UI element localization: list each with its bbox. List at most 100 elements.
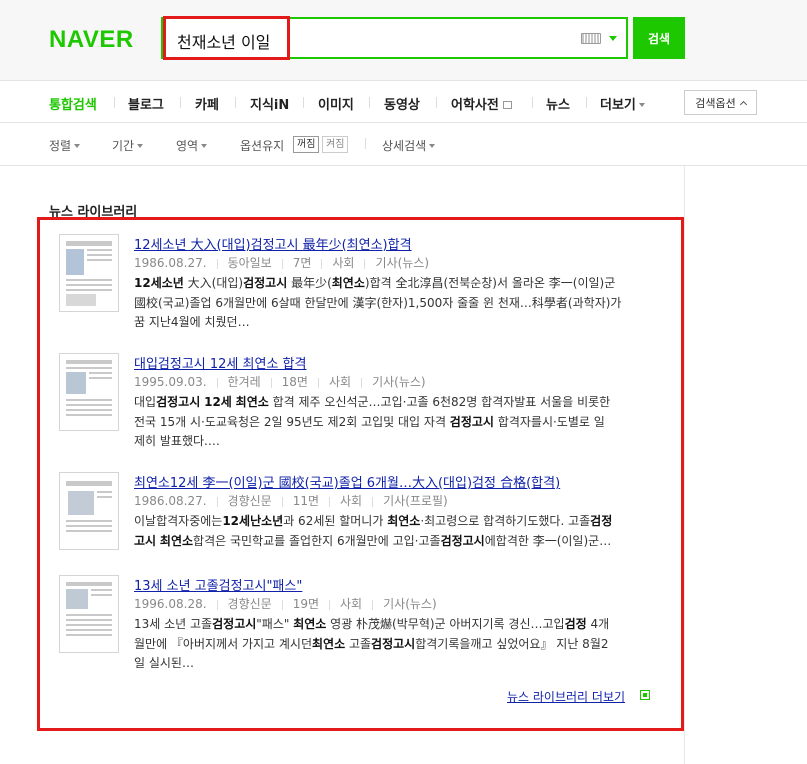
result-description: 대입검정고시 12세 최연소 합격 제주 오신석군…고입·고졸 6천82명 합격…: [134, 393, 654, 452]
result-description-line: 일 실시된…: [134, 656, 194, 670]
result-description-line: 전국 15개 시·도교육청은 2일 95년도 제2회 고입및 대입 자격 검정고…: [134, 414, 605, 429]
column-divider: [684, 166, 685, 764]
result-type: 기사(뉴스): [372, 375, 426, 389]
result-paper: 한겨레: [227, 375, 261, 389]
area-filter-label: 영역: [176, 139, 199, 153]
keep-options-off-toggle[interactable]: 꺼짐: [293, 136, 320, 153]
filter-divider: [365, 138, 366, 149]
keyboard-icon[interactable]: [581, 33, 601, 44]
keep-options-on-toggle[interactable]: 켜짐: [322, 136, 349, 153]
result-date: 1995.09.03.: [134, 375, 207, 389]
result-date: 1986.08.27.: [134, 256, 207, 270]
tab-divider: [436, 97, 437, 108]
tab-divider: [532, 97, 533, 108]
result-date: 1986.08.27.: [134, 494, 207, 508]
result-description-line: 대입검정고시 12세 최연소 합격 제주 오신석군…고입·고졸 6천82명 합격…: [134, 395, 611, 409]
caret-down-icon: [137, 143, 144, 148]
chevron-down-icon[interactable]: [609, 36, 617, 41]
result-page: 19면: [292, 597, 320, 611]
result-page: 7면: [292, 256, 312, 270]
result-description-line: 13세 소년 고졸검정고시"패스" 최연소 영광 朴茂爀(박무혁)군 아버지기록…: [134, 617, 610, 631]
tab-blog[interactable]: 블로그: [128, 94, 164, 113]
chevron-up-icon: [739, 100, 747, 109]
result-paper: 동아일보: [227, 256, 272, 270]
tab-divider: [180, 97, 181, 108]
result-description: 12세소년 大入(대입)검정고시 最年少(최연소)합격 全北淳昌(전북순창)서 …: [134, 274, 654, 333]
result-description-line: 제히 발표했다.…: [134, 434, 220, 448]
result-description-line: 國校(국교)졸업 6개월만에 6살때 한달만에 漢字(한자)1,500자 줄줄 …: [134, 295, 622, 310]
tab-divider: [235, 97, 236, 108]
tab-integrated[interactable]: 통합검색: [49, 94, 97, 113]
search-button[interactable]: 검색: [633, 17, 685, 59]
caret-down-icon: [429, 143, 436, 148]
newspaper-thumbnail[interactable]: [59, 353, 119, 431]
result-type: 기사(뉴스): [375, 256, 430, 270]
result-meta: 1996.08.28. 경향신문 19면 사회 기사(뉴스): [134, 595, 437, 612]
tab-dictionary[interactable]: 어학사전: [451, 94, 512, 113]
news-result: 대입검정고시 12세 최연소 합격 1995.09.03. 한겨레 18면 사회 기사(…: [59, 353, 659, 453]
result-title-link[interactable]: 13세 소년 고졸검정고시"패스": [134, 575, 302, 594]
filter-bar: 정렬 기간 영역 옵션유지 꺼짐 켜짐 상세검색: [0, 123, 807, 166]
tab-video[interactable]: 동영상: [384, 94, 420, 113]
tab-more-label: 더보기: [600, 98, 636, 113]
result-meta: 1995.09.03. 한겨레 18면 사회 기사(뉴스): [134, 373, 426, 390]
news-result: 최연소12세 李一(이일)군 國校(국교)졸업 6개월…大入(대입)검정 合格(…: [59, 472, 659, 562]
newspaper-thumbnail[interactable]: [59, 472, 119, 550]
newspaper-thumbnail[interactable]: [59, 234, 119, 312]
search-tabs: 통합검색 블로그 카페 지식iN 이미지 동영상 어학사전 뉴스 더보기 검색옵…: [0, 82, 807, 123]
sort-filter[interactable]: 정렬: [49, 137, 81, 154]
search-options-label: 검색옵션: [695, 96, 736, 110]
tab-divider: [114, 97, 115, 108]
keep-options-label: 옵션유지: [240, 139, 285, 153]
result-type: 기사(뉴스): [383, 597, 437, 611]
naver-logo[interactable]: NAVER: [49, 26, 134, 54]
newspaper-thumbnail[interactable]: [59, 575, 119, 653]
detailed-search-label: 상세검색: [382, 139, 427, 153]
caret-down-icon: [74, 143, 81, 148]
result-description-line: 꿈 지난4월에 치뤘던…: [134, 315, 250, 329]
caret-down-icon: [201, 143, 208, 148]
result-section: 사회: [332, 256, 355, 270]
news-result: 12세소년 大入(대입)검정고시 最年少(최연소)합격 1986.08.27. 동…: [59, 234, 659, 334]
tab-divider: [586, 97, 587, 108]
external-link-icon: [502, 100, 512, 109]
tab-dictionary-label: 어학사전: [451, 98, 499, 113]
period-filter[interactable]: 기간: [112, 137, 144, 154]
tab-divider: [369, 97, 370, 108]
search-box[interactable]: 천재소년 이일: [161, 16, 628, 60]
result-paper: 경향신문: [227, 494, 272, 508]
result-description-line: 고시 최연소합격은 국민학교를 졸업한지 6개월만에 고입·고졸검정고시에합격한…: [134, 533, 612, 548]
result-description-line: 월만에 『아버지께서 가지고 계시던최연소 고졸검정고시합격기록을깨고 싶었어요…: [134, 636, 609, 651]
result-description-line: 12세소년 大入(대입)검정고시 最年少(최연소)합격 全北淳昌(전북순창)서 …: [134, 276, 616, 290]
result-type: 기사(프로필): [383, 494, 448, 508]
tab-more[interactable]: 더보기: [600, 94, 645, 113]
search-input[interactable]: 천재소년 이일: [177, 29, 270, 53]
result-title-link[interactable]: 최연소12세 李一(이일)군 國校(국교)졸업 6개월…大入(대입)검정 合格(…: [134, 472, 560, 491]
tab-divider: [303, 97, 304, 108]
result-date: 1996.08.28.: [134, 597, 207, 611]
news-library-more-link[interactable]: 뉴스 라이브러리 더보기: [507, 688, 625, 705]
result-section: 사회: [340, 597, 363, 611]
tab-news[interactable]: 뉴스: [546, 94, 570, 113]
period-filter-label: 기간: [112, 139, 135, 153]
tab-cafe[interactable]: 카페: [195, 94, 219, 113]
result-description: 13세 소년 고졸검정고시"패스" 최연소 영광 朴茂爀(박무혁)군 아버지기록…: [134, 615, 654, 674]
result-title-link[interactable]: 12세소년 大入(대입)검정고시 最年少(최연소)합격: [134, 234, 412, 253]
open-window-icon[interactable]: [640, 690, 650, 700]
detailed-search-filter[interactable]: 상세검색: [382, 137, 436, 154]
result-title-link[interactable]: 대입검정고시 12세 최연소 합격: [134, 353, 306, 372]
result-section: 사회: [340, 494, 363, 508]
tab-image[interactable]: 이미지: [318, 94, 354, 113]
result-meta: 1986.08.27. 경향신문 11면 사회 기사(프로필): [134, 492, 448, 509]
result-description: 이날합격자중에는12세난소년과 62세된 할머니가 최연소·최고령으로 합격하기…: [134, 512, 654, 551]
area-filter[interactable]: 영역: [176, 137, 208, 154]
result-paper: 경향신문: [227, 597, 272, 611]
caret-down-icon: [638, 102, 645, 107]
result-section: 사회: [328, 375, 352, 389]
result-page: 18면: [281, 375, 308, 389]
header: NAVER 천재소년 이일 검색: [0, 0, 807, 81]
news-result: 13세 소년 고졸검정고시"패스" 1996.08.28. 경향신문 19면 사회 기사…: [59, 575, 659, 675]
result-page: 11면: [292, 494, 320, 508]
tab-kin[interactable]: 지식iN: [250, 94, 289, 113]
search-options-button[interactable]: 검색옵션: [684, 90, 757, 115]
